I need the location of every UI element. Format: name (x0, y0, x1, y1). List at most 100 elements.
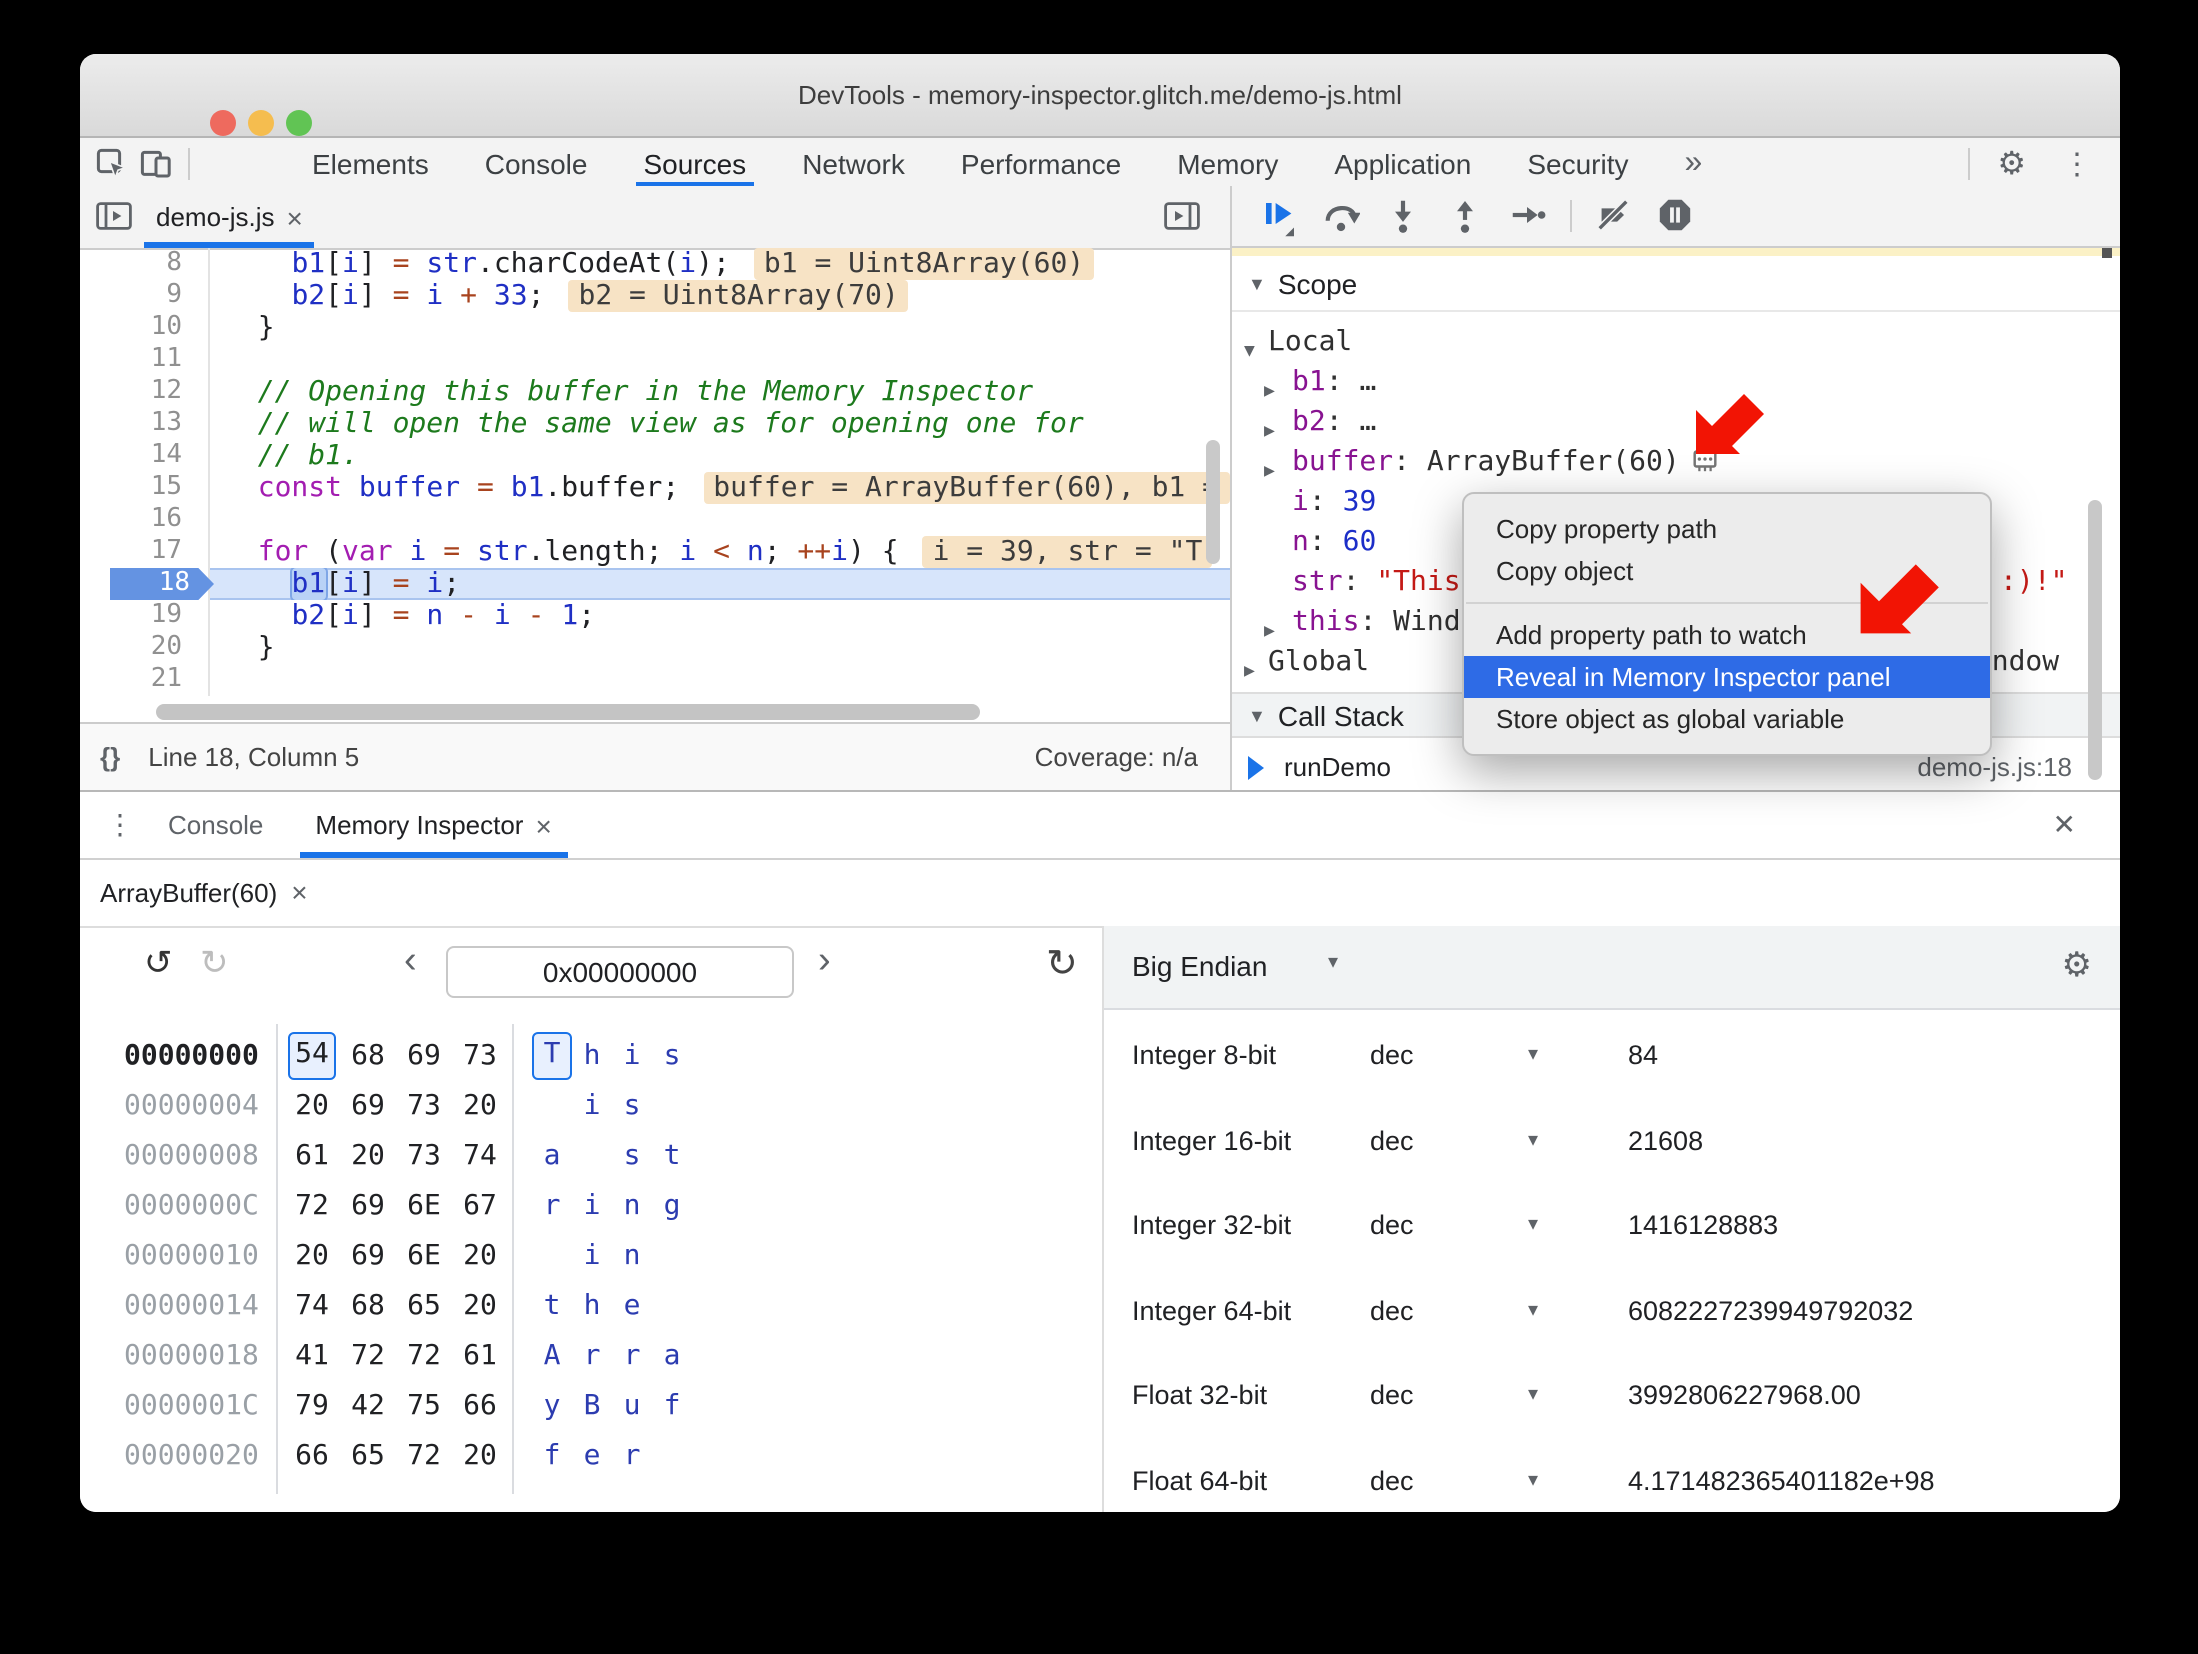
line-number[interactable]: 13 (80, 408, 210, 440)
deactivate-breakpoints-button[interactable] (1594, 196, 1634, 236)
step-over-button[interactable] (1322, 196, 1362, 236)
ascii-char[interactable] (532, 1232, 572, 1280)
hex-byte[interactable]: 20 (456, 1282, 504, 1330)
hex-byte[interactable]: 69 (344, 1082, 392, 1130)
hex-byte[interactable]: 72 (288, 1182, 336, 1230)
endianness-select[interactable]: Big Endian (1132, 950, 1267, 982)
scope-row-Local[interactable]: ▼ Local (1232, 322, 2120, 362)
step-button[interactable] (1508, 196, 1548, 236)
ascii-char[interactable]: f (532, 1432, 572, 1480)
menu-item-reveal-in-memory-inspector-panel[interactable]: Reveal in Memory Inspector panel (1464, 656, 1990, 698)
hex-byte[interactable]: 72 (400, 1332, 448, 1380)
hex-address[interactable]: 00000000 (124, 1032, 259, 1080)
ascii-char[interactable]: h (572, 1032, 612, 1080)
scope-row-b2[interactable]: ▶ b2: … (1232, 402, 2120, 442)
ascii-char[interactable]: t (532, 1282, 572, 1330)
hex-address[interactable]: 0000000C (124, 1182, 259, 1230)
hex-byte[interactable]: 68 (344, 1282, 392, 1330)
scope-row-buffer[interactable]: ▶ buffer: ArrayBuffer(60) (1232, 442, 2120, 482)
ascii-char[interactable] (652, 1232, 692, 1280)
hex-byte[interactable]: 66 (288, 1432, 336, 1480)
history-back-icon[interactable]: ↺ (144, 944, 173, 984)
ascii-char[interactable]: r (532, 1182, 572, 1230)
hex-byte[interactable]: 6E (400, 1232, 448, 1280)
hex-byte[interactable]: 69 (344, 1182, 392, 1230)
ascii-char[interactable]: f (652, 1382, 692, 1430)
zoom-window-button[interactable] (286, 110, 312, 136)
ascii-char[interactable]: a (652, 1332, 692, 1380)
hex-byte[interactable]: 79 (288, 1382, 336, 1430)
hex-byte[interactable]: 72 (344, 1332, 392, 1380)
show-debugger-sidebar-icon[interactable] (1164, 202, 1200, 230)
hex-address[interactable]: 00000014 (124, 1282, 259, 1330)
horizontal-scrollbar[interactable] (156, 704, 980, 720)
ascii-char[interactable]: i (572, 1232, 612, 1280)
hex-byte[interactable]: 20 (288, 1082, 336, 1130)
ascii-char[interactable] (652, 1432, 692, 1480)
hex-byte[interactable]: 20 (456, 1232, 504, 1280)
ascii-char[interactable]: y (532, 1382, 572, 1430)
tab-console[interactable]: Console (485, 138, 588, 188)
hex-address[interactable]: 00000020 (124, 1432, 259, 1480)
ascii-char[interactable]: i (572, 1082, 612, 1130)
format-select[interactable]: dec (1370, 1101, 1414, 1181)
chevron-down-icon[interactable]: ▾ (1528, 1271, 1538, 1351)
ascii-char[interactable]: A (532, 1332, 572, 1380)
buffer-tab[interactable]: ArrayBuffer(60) × (100, 876, 308, 908)
ascii-char[interactable]: r (612, 1332, 652, 1380)
tab-elements[interactable]: Elements (312, 138, 429, 188)
tab-application[interactable]: Application (1334, 138, 1471, 188)
ascii-char[interactable]: s (612, 1082, 652, 1130)
ascii-char[interactable]: r (612, 1432, 652, 1480)
ascii-char[interactable]: s (652, 1032, 692, 1080)
chevron-down-icon[interactable]: ▾ (1528, 1016, 1538, 1096)
hex-byte[interactable]: 61 (288, 1132, 336, 1180)
hex-address[interactable]: 00000004 (124, 1082, 259, 1130)
line-number[interactable]: 14 (80, 440, 210, 472)
interpreter-settings-gear-icon[interactable]: ⚙ (2062, 946, 2093, 986)
tab-memory[interactable]: Memory (1177, 138, 1278, 188)
ascii-char[interactable] (572, 1132, 612, 1180)
ascii-char[interactable] (532, 1082, 572, 1130)
ascii-char[interactable]: h (572, 1282, 612, 1330)
ascii-char[interactable]: T (532, 1032, 572, 1080)
sidebar-vertical-scrollbar[interactable] (2088, 500, 2102, 780)
line-number[interactable]: 10 (80, 312, 210, 344)
pause-on-exceptions-button[interactable] (1656, 196, 1696, 236)
line-number[interactable]: 12 (80, 376, 210, 408)
scope-section-header[interactable]: ▼ Scope (1232, 256, 2120, 312)
next-page-chevron-icon[interactable]: › (818, 940, 831, 984)
step-out-button[interactable] (1446, 196, 1486, 236)
tab-sources[interactable]: Sources (635, 138, 755, 188)
ascii-char[interactable]: t (652, 1132, 692, 1180)
line-number[interactable]: 21 (80, 664, 210, 696)
hex-byte[interactable]: 74 (288, 1282, 336, 1330)
close-buffer-tab-icon[interactable]: × (291, 876, 307, 908)
address-input[interactable] (446, 946, 794, 998)
hex-byte[interactable]: 67 (456, 1182, 504, 1230)
ascii-char[interactable] (652, 1282, 692, 1330)
hex-byte[interactable]: 65 (400, 1282, 448, 1330)
file-tab-demo-js[interactable]: demo-js.js × (143, 186, 316, 248)
chevron-down-icon[interactable]: ▾ (1328, 952, 1338, 974)
close-file-tab-icon[interactable]: × (287, 201, 303, 233)
step-into-button[interactable] (1384, 196, 1424, 236)
hex-byte[interactable]: 69 (344, 1232, 392, 1280)
hex-address[interactable]: 0000001C (124, 1382, 259, 1430)
hex-byte[interactable]: 66 (456, 1382, 504, 1430)
hex-byte[interactable]: 73 (400, 1082, 448, 1130)
format-select[interactable]: dec (1370, 1271, 1414, 1351)
line-number[interactable]: 18 (80, 568, 214, 600)
chevron-down-icon[interactable]: ▾ (1528, 1101, 1538, 1181)
show-navigator-icon[interactable] (96, 202, 132, 230)
hex-byte[interactable]: 20 (344, 1132, 392, 1180)
ascii-char[interactable]: g (652, 1182, 692, 1230)
line-number[interactable]: 16 (80, 504, 210, 536)
hex-byte[interactable]: 6E (400, 1182, 448, 1230)
hex-byte[interactable]: 69 (400, 1032, 448, 1080)
close-window-button[interactable] (210, 110, 236, 136)
chevron-down-icon[interactable]: ▾ (1528, 1441, 1538, 1512)
hex-byte[interactable]: 61 (456, 1332, 504, 1380)
drawer-tab-console[interactable]: Console (168, 792, 263, 858)
ascii-char[interactable]: s (612, 1132, 652, 1180)
